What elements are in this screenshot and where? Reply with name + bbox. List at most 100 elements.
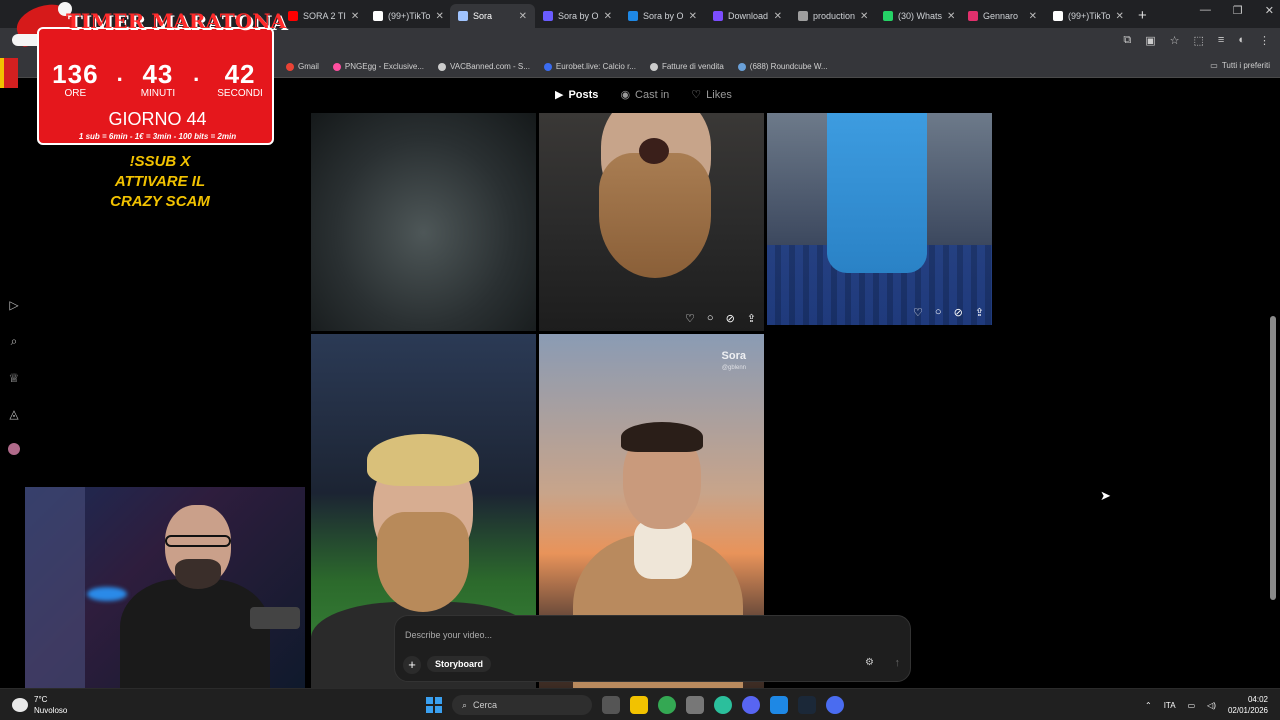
video-tile[interactable]: ♡ ○ ⊘ ⇪	[539, 113, 764, 331]
tile-hair	[621, 422, 703, 452]
language-indicator[interactable]: ITA	[1164, 701, 1176, 710]
share-icon[interactable]: ⇪	[975, 306, 984, 319]
all-bookmarks[interactable]: ▭ Tutti i preferiti	[1210, 61, 1270, 70]
volume-icon[interactable]: ◁)	[1207, 701, 1216, 710]
browser-tab[interactable]: (99+)TikTo ✕	[365, 4, 450, 28]
tab-close-icon[interactable]: ✕	[947, 11, 955, 22]
reading-list-icon[interactable]: ≡	[1218, 34, 1224, 47]
user-avatar[interactable]	[8, 443, 20, 455]
bookmark-item[interactable]: PNGEgg - Exclusive...	[332, 62, 424, 71]
timer-digits: 136 ORE . 43 MINUTI . 42 SECONDI	[39, 59, 276, 99]
bookmark-star-icon[interactable]: ☆	[1170, 34, 1180, 47]
profile-tab-label: Cast in	[635, 88, 670, 101]
discord-icon[interactable]	[742, 696, 760, 714]
tab-close-icon[interactable]: ✕	[1029, 11, 1037, 22]
tab-cast-in[interactable]: ◉ Cast in	[620, 88, 670, 102]
weather-widget[interactable]: 7°C Nuvoloso	[12, 694, 67, 716]
app-icon[interactable]	[686, 696, 704, 714]
comment-icon[interactable]: ○	[935, 306, 942, 319]
app-icon[interactable]	[714, 696, 732, 714]
file-explorer-icon[interactable]	[630, 696, 648, 714]
network-icon[interactable]: ▭	[1188, 701, 1196, 710]
bookmark-item[interactable]: VACBanned.com - S...	[438, 62, 530, 71]
gift-icon	[0, 58, 18, 88]
tab-likes[interactable]: ♡ Likes	[691, 88, 732, 102]
tile-beard	[599, 153, 711, 278]
taskbar-search[interactable]: ⌕ Cerca	[452, 695, 592, 715]
minimize-button[interactable]: —	[1200, 4, 1211, 17]
scrollbar-thumb[interactable]	[1270, 316, 1276, 600]
remix-icon[interactable]: ⊘	[954, 306, 963, 319]
profile-icon[interactable]: ◐	[1238, 34, 1245, 47]
tab-close-icon[interactable]: ✕	[1115, 11, 1123, 22]
video-tile[interactable]: ♡ ○ ⊘ ⇪	[767, 113, 992, 325]
chrome-icon[interactable]	[658, 696, 676, 714]
menu-icon[interactable]: ⋮	[1259, 34, 1270, 47]
browser-tab[interactable]: (30) Whats ✕	[875, 4, 960, 28]
tab-posts[interactable]: ▶ Posts	[555, 88, 598, 102]
tab-title: Sora by O	[558, 11, 599, 21]
bookmark-item[interactable]: Fatture di vendita	[649, 62, 724, 71]
browser-tab[interactable]: Sora by O ✕	[620, 4, 705, 28]
close-window-button[interactable]: ✕	[1265, 4, 1274, 17]
tab-close-icon[interactable]: ✕	[604, 11, 612, 22]
browser-tab[interactable]: Gennaro ✕	[960, 4, 1045, 28]
temperature: 7°C	[34, 695, 48, 704]
add-media-button[interactable]: +	[403, 656, 421, 674]
like-icon[interactable]: ♡	[913, 306, 923, 319]
tab-close-icon[interactable]: ✕	[519, 11, 527, 22]
tab-title: (30) Whats	[898, 11, 943, 21]
tab-close-icon[interactable]: ✕	[860, 11, 868, 22]
settings-sliders-icon[interactable]: ⚙	[865, 657, 874, 668]
video-tile[interactable]	[311, 113, 536, 331]
app-icon[interactable]	[826, 696, 844, 714]
tab-close-icon[interactable]: ✕	[435, 11, 443, 22]
blue-shirt	[827, 113, 927, 273]
maximize-button[interactable]: ❐	[1233, 4, 1243, 17]
streamer-webcam	[25, 487, 305, 688]
tab-close-icon[interactable]: ✕	[689, 11, 697, 22]
bookmark-label: Gmail	[298, 62, 319, 71]
tab-close-icon[interactable]: ✕	[774, 11, 782, 22]
share-icon[interactable]: ⇪	[747, 312, 756, 325]
tile-mouth	[639, 138, 669, 164]
clock[interactable]: 04:02 02/01/2026	[1228, 694, 1268, 716]
storyboard-button[interactable]: Storyboard	[427, 656, 492, 672]
describe-video-input[interactable]	[405, 626, 875, 644]
app-icon[interactable]	[770, 696, 788, 714]
cast-icon[interactable]: ▣	[1145, 34, 1155, 47]
new-tab-button[interactable]: +	[1130, 7, 1155, 28]
bookmark-item[interactable]: Gmail	[286, 62, 319, 71]
send-arrow-icon[interactable]: ↑	[895, 657, 901, 669]
streamer-beard	[175, 559, 221, 589]
play-icon[interactable]: ▷	[9, 298, 18, 312]
windows-start-icon[interactable]	[426, 697, 442, 713]
tab-title: production	[813, 11, 856, 21]
bookmark-item[interactable]: Eurobet.live: Calcio r...	[543, 62, 636, 71]
cloud-icon	[12, 698, 28, 712]
tab-favicon-icon	[373, 11, 383, 21]
window-controls: — ❐ ✕	[1200, 4, 1274, 17]
clock-date: 02/01/2026	[1227, 706, 1268, 715]
bookmark-item[interactable]: (688) Roundcube W...	[737, 62, 828, 71]
browser-tab[interactable]: (99+)TikTo ✕	[1045, 4, 1130, 28]
like-icon[interactable]: ♡	[685, 312, 695, 325]
search-icon[interactable]: ⌕	[11, 334, 18, 349]
comment-icon[interactable]: ○	[707, 312, 714, 325]
task-view-icon[interactable]	[602, 696, 620, 714]
steam-icon[interactable]	[798, 696, 816, 714]
translate-icon[interactable]: ⧉	[1123, 34, 1131, 47]
toolbar-icons: ⧉ ▣ ☆ ⬚ ≡ ◐ ⋮	[1123, 34, 1270, 47]
browser-tab[interactable]: Sora ✕	[450, 4, 535, 28]
trophy-icon[interactable]: ♕	[9, 371, 20, 385]
remix-icon[interactable]: ⊘	[726, 312, 735, 325]
bell-icon[interactable]: ◬	[9, 407, 18, 421]
tab-close-icon[interactable]: ✕	[351, 11, 359, 22]
tile-hair	[367, 434, 479, 486]
extensions-icon[interactable]: ⬚	[1194, 34, 1204, 47]
chevron-up-icon[interactable]: ⌃	[1145, 701, 1152, 710]
page-scrollbar[interactable]	[1270, 80, 1276, 670]
browser-tab[interactable]: Download ✕	[705, 4, 790, 28]
browser-tab[interactable]: Sora by O ✕	[535, 4, 620, 28]
browser-tab[interactable]: production ✕	[790, 4, 875, 28]
